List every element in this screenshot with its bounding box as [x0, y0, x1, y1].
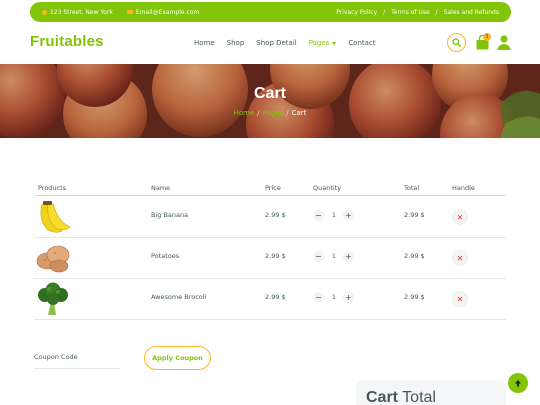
terms-of-use-link[interactable]: Terms of Use [391, 9, 429, 16]
quantity-value[interactable]: 1 [332, 212, 336, 219]
top-bar: 123 Street, New York Email@Example.com P… [30, 2, 511, 22]
coupon-code-placeholder: Coupon Code [34, 353, 78, 361]
breadcrumb-pages[interactable]: Pages [263, 109, 284, 117]
decrease-quantity-button[interactable]: − [313, 210, 324, 221]
quantity-value[interactable]: 1 [332, 253, 336, 260]
address-text: 123 Street, New York [50, 8, 113, 16]
broccoli-image [38, 282, 68, 315]
table-row: Awesome Brocoli 2.99 $ − 1 + 2.99 $ ✕ [34, 279, 506, 320]
search-icon [452, 38, 461, 47]
increase-quantity-button[interactable]: + [343, 251, 354, 262]
link-separator: / [383, 8, 386, 16]
table-row: Big Banana 2.99 $ − 1 + 2.99 $ ✕ [34, 197, 506, 238]
sales-refunds-link[interactable]: Sales and Refunds [444, 9, 499, 16]
cart-total-title-rest: Total [402, 389, 436, 405]
remove-item-button[interactable]: ✕ [452, 291, 468, 307]
map-marker-icon [42, 9, 47, 15]
chevron-down-icon [332, 41, 337, 45]
cart-table-header: Products Name Price Quantity Total Handl… [34, 182, 506, 196]
row-total: 2.99 $ [404, 252, 425, 260]
user-icon[interactable] [497, 35, 511, 50]
cart-count-badge: 3 [483, 33, 491, 41]
product-price: 2.99 $ [265, 293, 286, 301]
nav-item-contact[interactable]: Contact [348, 39, 375, 47]
main-navbar: Fruitables Home Shop Shop Detail Pages C… [0, 24, 540, 64]
nav-menu: Home Shop Shop Detail Pages Contact [194, 39, 376, 47]
column-header-handle: Handle [452, 184, 475, 192]
cart-total-title-bold: Cart [366, 389, 399, 405]
column-header-name: Name [151, 184, 171, 192]
breadcrumb-separator: / [286, 109, 289, 117]
product-name: Big Banana [151, 211, 189, 219]
breadcrumb-home[interactable]: Home [234, 109, 255, 117]
product-price: 2.99 $ [265, 211, 286, 219]
remove-item-button[interactable]: ✕ [452, 250, 468, 266]
decrease-quantity-button[interactable]: − [313, 292, 324, 303]
page-header-banner: Cart Home / Pages / Cart [0, 64, 540, 138]
email-text: Email@Example.com [135, 8, 200, 16]
email-item: Email@Example.com [126, 8, 200, 16]
breadcrumb: Home / Pages / Cart [0, 109, 540, 117]
coupon-code-input[interactable]: Coupon Code [34, 348, 120, 369]
back-to-top-button[interactable] [508, 373, 528, 393]
privacy-policy-link[interactable]: Privacy Policy [336, 9, 377, 16]
arrow-up-icon [515, 380, 521, 387]
banana-image [40, 201, 71, 233]
column-header-products: Products [38, 184, 67, 192]
breadcrumb-separator: / [257, 109, 260, 117]
product-name: Awesome Brocoli [151, 293, 207, 301]
column-header-price: Price [265, 184, 281, 192]
cart-total-panel: Cart Total [356, 380, 506, 405]
quantity-value[interactable]: 1 [332, 294, 336, 301]
nav-item-pages[interactable]: Pages [309, 39, 337, 47]
envelope-icon [126, 10, 133, 14]
increase-quantity-button[interactable]: + [343, 292, 354, 303]
column-header-quantity: Quantity [313, 184, 342, 192]
breadcrumb-current: Cart [291, 109, 307, 117]
apply-coupon-button[interactable]: Apply Coupon [144, 346, 211, 370]
remove-item-button[interactable]: ✕ [452, 209, 468, 225]
row-total: 2.99 $ [404, 211, 425, 219]
column-header-total: Total [404, 184, 420, 192]
row-total: 2.99 $ [404, 293, 425, 301]
nav-item-shop-detail[interactable]: Shop Detail [256, 39, 296, 47]
potatoes-image [36, 245, 70, 273]
address-item: 123 Street, New York [42, 9, 113, 16]
search-button[interactable] [447, 33, 466, 52]
table-row: Potatoes 2.99 $ − 1 + 2.99 $ ✕ [34, 238, 506, 279]
decrease-quantity-button[interactable]: − [313, 251, 324, 262]
nav-item-shop[interactable]: Shop [227, 39, 245, 47]
product-name: Potatoes [151, 252, 180, 260]
nav-item-pages-label: Pages [308, 39, 330, 47]
page-title: Cart [253, 85, 286, 102]
nav-item-home[interactable]: Home [194, 39, 215, 47]
increase-quantity-button[interactable]: + [343, 210, 354, 221]
product-price: 2.99 $ [265, 252, 286, 260]
cart-total-title: Cart Total [366, 389, 436, 405]
brand-logo[interactable]: Fruitables [30, 33, 104, 50]
link-separator: / [435, 8, 438, 16]
